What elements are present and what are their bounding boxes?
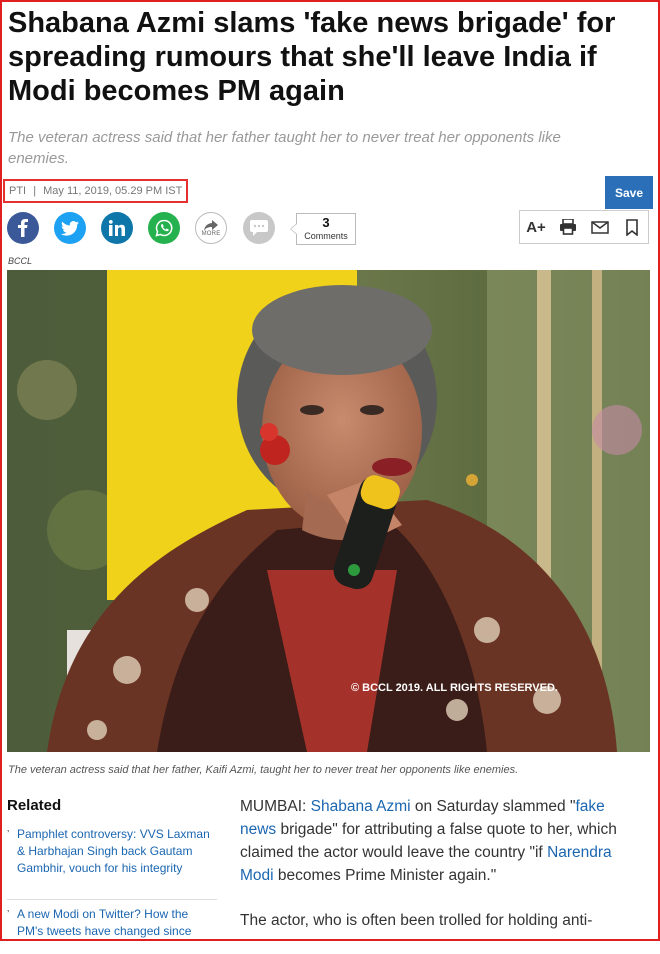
byline-source: PTI bbox=[9, 185, 27, 197]
facebook-icon[interactable] bbox=[7, 212, 39, 244]
byline-date: May 11, 2019, 05.29 PM IST bbox=[43, 185, 183, 197]
share-more-label: MORE bbox=[201, 230, 221, 237]
linkedin-icon[interactable] bbox=[101, 212, 133, 244]
article-paragraph: The actor, who is often been trolled for… bbox=[240, 912, 593, 929]
byline: PTI | May 11, 2019, 05.29 PM IST bbox=[3, 179, 189, 203]
bookmark-icon[interactable] bbox=[619, 214, 645, 240]
subtitle: The veteran actress said that her father… bbox=[8, 129, 561, 167]
related-item[interactable]: ’ A new Modi on Twitter? How the PM's tw… bbox=[7, 906, 217, 940]
article-body: MUMBAI: Shabana Azmi on Saturday slammed… bbox=[240, 795, 645, 954]
related-heading: Related bbox=[7, 797, 62, 814]
comments-label: Comments bbox=[304, 231, 348, 241]
font-size-label: A+ bbox=[526, 218, 546, 236]
article-text: on Saturday slammed " bbox=[410, 798, 576, 815]
article-photo: © BCCL 2019. ALL RIGHTS RESERVED. bbox=[7, 270, 650, 752]
share-more-button[interactable]: MORE bbox=[195, 212, 227, 244]
related-bullet-icon: ’ bbox=[7, 829, 10, 840]
share-more-icon bbox=[204, 219, 218, 231]
email-icon[interactable] bbox=[587, 214, 613, 240]
article-text: becomes Prime Minister again." bbox=[273, 867, 497, 884]
related-item-link[interactable]: Pamphlet controversy: VVS Laxman & Harbh… bbox=[7, 826, 217, 877]
print-icon[interactable] bbox=[555, 214, 581, 240]
save-button[interactable]: Save bbox=[605, 176, 653, 209]
photo-caption: The veteran actress said that her father… bbox=[8, 764, 519, 776]
twitter-icon[interactable] bbox=[54, 212, 86, 244]
article-paragraph: MUMBAI: Shabana Azmi on Saturday slammed… bbox=[240, 795, 645, 887]
related-item[interactable]: ’ Pamphlet controversy: VVS Laxman & Har… bbox=[7, 826, 217, 877]
headline: Shabana Azmi slams 'fake news brigade' f… bbox=[8, 7, 616, 107]
photo-credit: BCCL bbox=[8, 256, 33, 266]
dateline: MUMBAI: bbox=[240, 798, 311, 815]
font-size-icon[interactable]: A+ bbox=[523, 214, 549, 240]
comments-count: 3 bbox=[322, 215, 330, 230]
whatsapp-icon[interactable] bbox=[148, 212, 180, 244]
photo-watermark: © BCCL 2019. ALL RIGHTS RESERVED. bbox=[351, 682, 558, 694]
link-shabana-azmi[interactable]: Shabana Azmi bbox=[311, 798, 411, 815]
comments-count-box[interactable]: 3 Comments bbox=[290, 213, 356, 245]
byline-separator: | bbox=[33, 185, 37, 197]
related-item-link[interactable]: A new Modi on Twitter? How the PM's twee… bbox=[7, 906, 217, 940]
comment-icon[interactable] bbox=[243, 212, 275, 244]
related-divider bbox=[7, 899, 217, 900]
article-tools: A+ bbox=[519, 210, 649, 244]
related-bullet-icon: ’ bbox=[7, 909, 10, 920]
